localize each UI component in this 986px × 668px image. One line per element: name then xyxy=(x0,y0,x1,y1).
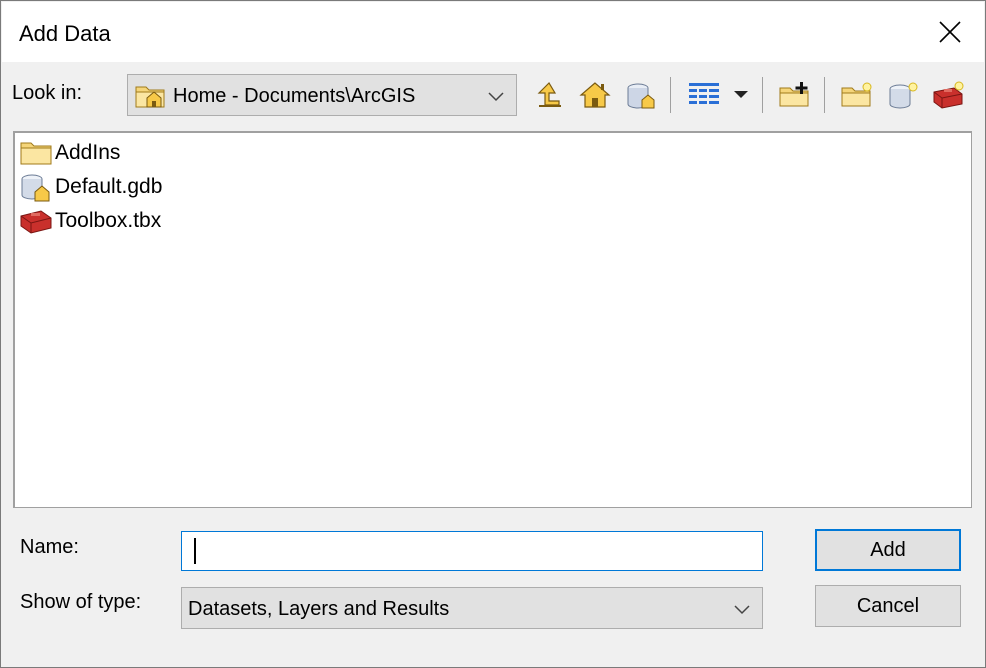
list-item[interactable]: AddIns xyxy=(19,137,120,169)
list-view-button[interactable] xyxy=(687,77,721,113)
file-name: Toolbox.tbx xyxy=(55,209,162,232)
look-in-dropdown[interactable]: Home - Documents\ArcGIS xyxy=(127,74,517,116)
text-caret xyxy=(194,538,196,564)
file-name: Default.gdb xyxy=(55,175,163,198)
title-bar: Add Data xyxy=(2,2,984,62)
look-in-value: Home - Documents\ArcGIS xyxy=(173,85,416,107)
add-data-dialog: Add Data Look in: Home - Documents\ArcGI… xyxy=(0,0,986,668)
add-button[interactable]: Add xyxy=(815,529,961,571)
show-of-type-value: Datasets, Layers and Results xyxy=(188,598,450,620)
show-of-type-dropdown[interactable]: Datasets, Layers and Results xyxy=(181,587,763,629)
connect-database-icon xyxy=(627,83,655,109)
cancel-button[interactable]: Cancel xyxy=(815,585,961,627)
look-in-label: Look in: xyxy=(12,82,83,104)
dialog-title: Add Data xyxy=(19,21,111,46)
home-button[interactable] xyxy=(578,77,612,113)
chevron-down-icon xyxy=(488,89,504,107)
list-item[interactable]: Default.gdb xyxy=(19,171,162,203)
name-label: Name: xyxy=(20,536,79,558)
new-geodatabase-button[interactable] xyxy=(886,77,920,113)
file-list[interactable]: AddIns Default.gdb Toolbox.tbx xyxy=(13,131,972,508)
home-geodatabase-icon xyxy=(19,171,53,203)
name-input[interactable] xyxy=(181,531,763,571)
new-toolbox-icon xyxy=(933,81,964,109)
list-item[interactable]: Toolbox.tbx xyxy=(19,205,161,237)
list-view-icon xyxy=(689,83,719,104)
toolbar-separator xyxy=(762,77,763,113)
folder-icon xyxy=(19,137,53,169)
home-icon xyxy=(579,82,611,108)
toolbox-icon xyxy=(19,205,53,237)
file-name: AddIns xyxy=(55,141,121,164)
up-one-level-icon xyxy=(537,82,561,107)
connect-database-button[interactable] xyxy=(624,77,658,113)
toolbar-separator xyxy=(670,77,671,113)
view-dropdown-icon xyxy=(734,91,748,98)
new-folder-icon xyxy=(841,82,872,107)
new-geodatabase-icon xyxy=(889,82,918,109)
connect-folder-icon xyxy=(779,82,809,107)
toolbar-separator xyxy=(824,77,825,113)
home-folder-icon xyxy=(135,83,167,114)
close-button[interactable] xyxy=(916,2,984,62)
new-toolbox-button[interactable] xyxy=(931,77,965,113)
chevron-down-icon xyxy=(734,602,750,620)
show-of-type-label: Show of type: xyxy=(20,591,142,613)
connect-folder-button[interactable] xyxy=(778,77,812,113)
close-icon xyxy=(939,21,961,43)
view-dropdown-button[interactable] xyxy=(728,77,754,113)
new-folder-button[interactable] xyxy=(840,77,874,113)
up-one-level-button[interactable] xyxy=(533,77,567,113)
